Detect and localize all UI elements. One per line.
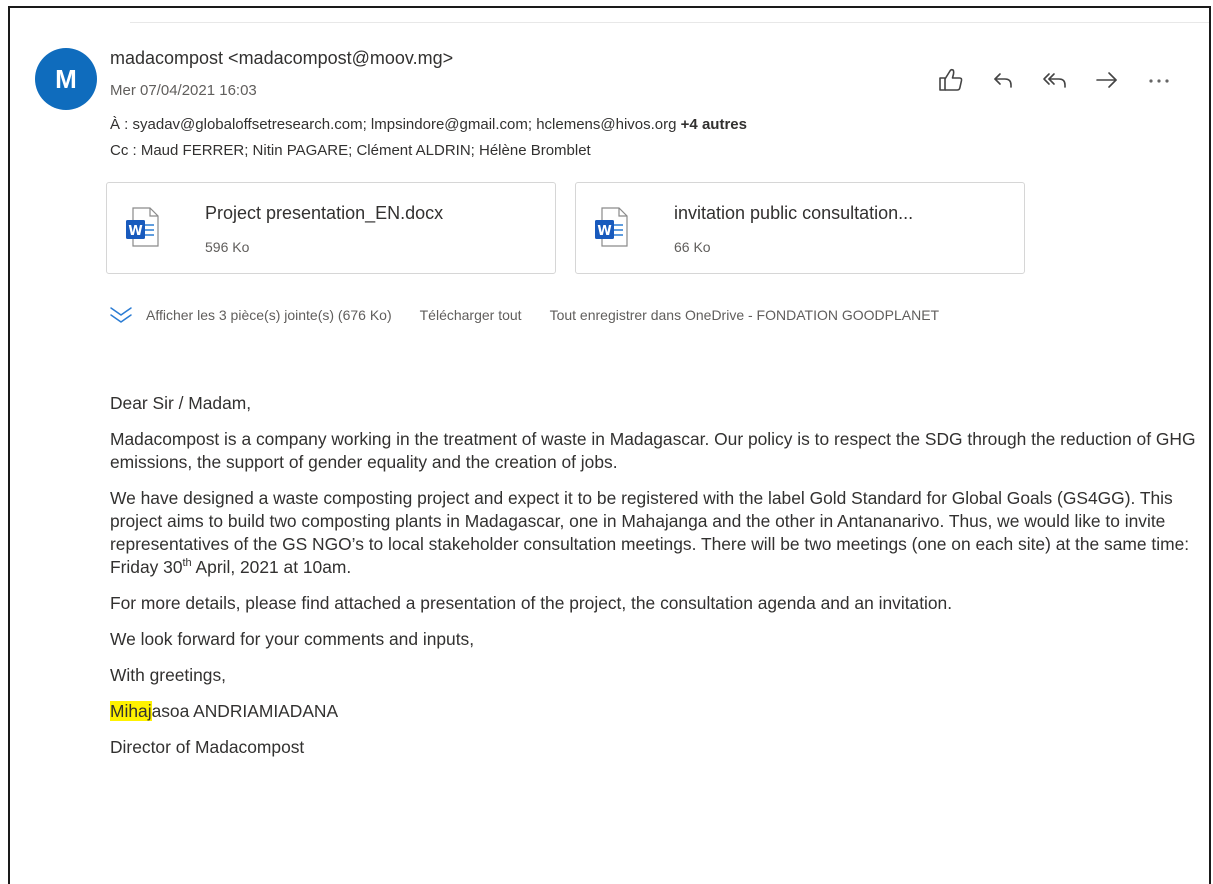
body-paragraph: For more details, please find attached a… <box>110 593 953 613</box>
attachment-size: 66 Ko <box>674 239 711 255</box>
attachment-size: 596 Ko <box>205 239 250 255</box>
word-icon: W <box>595 207 628 247</box>
svg-text:W: W <box>597 224 611 239</box>
forward-button[interactable] <box>1081 63 1133 97</box>
chevron-down-icon[interactable] <box>108 304 134 326</box>
attachment-card[interactable]: W invitation public consultation... 66 K… <box>575 182 1025 274</box>
body-paragraph: With greetings, <box>110 665 226 685</box>
cc-recipients[interactable]: Maud FERRER; Nitin PAGARE; Clément ALDRI… <box>141 142 591 159</box>
message-frame: M madacompost <madacompost@moov.mg> Mer … <box>8 6 1211 884</box>
save-to-onedrive-link[interactable]: Tout enregistrer dans OneDrive - FONDATI… <box>550 307 940 323</box>
signature-name-rest: asoa ANDRIAMIADANA <box>151 701 339 721</box>
like-button[interactable] <box>925 63 977 97</box>
svg-text:W: W <box>128 224 142 239</box>
greeting: Dear Sir / Madam, <box>110 393 252 413</box>
to-line: À : syadav@globaloffsetresearch.com; lmp… <box>110 116 747 133</box>
divider <box>130 22 1209 23</box>
word-icon: W <box>126 207 159 247</box>
cc-line: Cc : Maud FERRER; Nitin PAGARE; Clément … <box>110 142 591 159</box>
attachment-name: invitation public consultation... <box>674 203 914 223</box>
thumbs-up-icon <box>939 68 963 91</box>
ordinal-suffix: th <box>182 557 192 570</box>
reply-all-icon <box>1043 73 1066 88</box>
attachment-name: Project presentation_EN.docx <box>205 203 444 223</box>
signature-title: Director of Madacompost <box>110 737 305 757</box>
attachment-card[interactable]: W Project presentation_EN.docx 596 Ko <box>106 182 556 274</box>
more-actions-button[interactable] <box>1133 63 1185 97</box>
reply-icon <box>994 73 1012 88</box>
reply-button[interactable] <box>977 63 1029 97</box>
body-paragraph: We have designed a waste composting proj… <box>110 487 1200 579</box>
paragraph-text-end: April, 2021 at 10am. <box>191 557 352 577</box>
message-body: Dear Sir / Madam, Madacompost is a compa… <box>110 392 1200 772</box>
to-label: À : <box>110 116 129 133</box>
more-icon <box>1149 79 1169 83</box>
avatar[interactable]: M <box>35 48 97 110</box>
reply-all-button[interactable] <box>1029 63 1081 97</box>
search-highlight: Mihaj <box>110 701 152 721</box>
show-attachments-link[interactable]: Afficher les 3 pièce(s) jointe(s) (676 K… <box>146 307 392 323</box>
message-actions <box>925 63 1185 97</box>
signature-name: Mihajasoa ANDRIAMIADANA <box>110 700 1200 723</box>
download-all-link[interactable]: Télécharger tout <box>420 307 522 323</box>
to-recipients[interactable]: syadav@globaloffsetresearch.com; lmpsind… <box>133 116 677 133</box>
sender[interactable]: madacompost <madacompost@moov.mg> <box>110 48 453 69</box>
body-paragraph: Madacompost is a company working in the … <box>110 429 1196 472</box>
forward-icon <box>1096 72 1117 88</box>
more-recipients-link[interactable]: +4 autres <box>681 116 747 133</box>
cc-label: Cc : <box>110 142 137 159</box>
attachment-actions: Afficher les 3 pièce(s) jointe(s) (676 K… <box>108 304 967 326</box>
body-paragraph: We look forward for your comments and in… <box>110 629 475 649</box>
message-date: Mer 07/04/2021 16:03 <box>110 82 257 99</box>
